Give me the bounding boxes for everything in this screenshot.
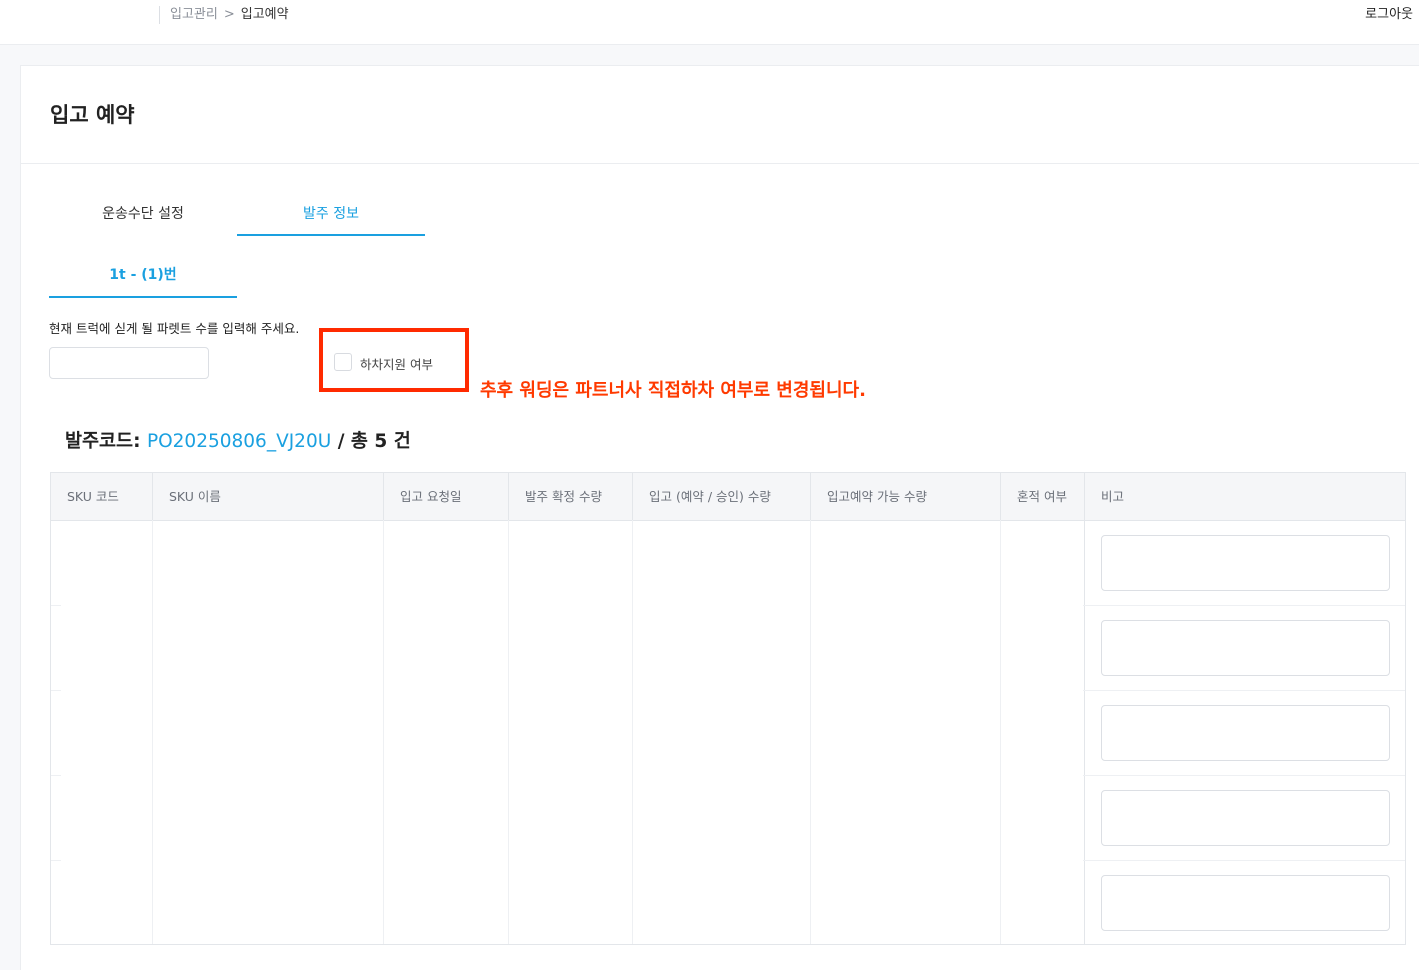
col-header-mixed: 혼적 여부 [1001,473,1085,520]
order-table: SKU 코드 SKU 이름 입고 요청일 발주 확정 수량 입고 (예약 / 승… [50,472,1406,945]
breadcrumb-current: 입고예약 [240,7,289,22]
top-bar: 입고관리 > 입고예약 로그아웃 [0,0,1419,45]
table-row [51,521,1405,606]
table-body [51,521,1405,946]
table-row [51,776,1405,861]
topbar-divider [159,6,160,24]
po-prefix: 발주코드: [65,431,141,452]
po-heading: 발주코드: PO20250806_VJ20U / 총 5 건 [65,427,411,453]
note-input[interactable] [1101,535,1390,591]
tab-bar: 운송수단 설정 발주 정보 [49,192,425,236]
annotation-note: 추후 워딩은 파트너사 직접하차 여부로 변경됩니다. [480,380,866,401]
note-input[interactable] [1101,705,1390,761]
table-row [51,691,1405,776]
col-header-request-date: 입고 요청일 [384,473,509,520]
subtab-truck-1[interactable]: 1t - (1)번 [49,256,237,298]
page-title: 입고 예약 [50,103,135,127]
col-header-sku-code: SKU 코드 [51,473,153,520]
col-header-confirmed-qty: 발주 확정 수량 [509,473,633,520]
table-row [51,606,1405,691]
table-header: SKU 코드 SKU 이름 입고 요청일 발주 확정 수량 입고 (예약 / 승… [51,473,1405,521]
po-code: PO20250806_VJ20U [146,431,332,452]
logout-button[interactable]: 로그아웃 [1365,6,1419,24]
unloading-support-label[interactable]: 하차지원 여부 [360,354,433,373]
unloading-support-checkbox[interactable] [334,353,352,371]
tab-order-info[interactable]: 발주 정보 [237,192,425,236]
col-header-inbound-qty: 입고 (예약 / 승인) 수량 [633,473,811,520]
tab-transport-settings[interactable]: 운송수단 설정 [49,192,237,236]
col-header-note: 비고 [1101,489,1125,504]
note-input[interactable] [1101,875,1390,931]
main-card: 입고 예약 운송수단 설정 발주 정보 1t - (1)번 현재 트럭에 싣게 … [20,65,1419,970]
breadcrumb: 입고관리 > 입고예약 [170,6,289,24]
chevron-right-icon: > [223,7,235,22]
po-count: / 총 5 건 [337,431,411,452]
breadcrumb-parent[interactable]: 입고관리 [170,6,218,24]
card-header: 입고 예약 [21,66,1419,164]
note-input[interactable] [1101,620,1390,676]
col-header-sku-name: SKU 이름 [153,473,384,520]
note-input[interactable] [1101,790,1390,846]
table-row [51,861,1405,946]
pallet-count-input[interactable] [49,347,209,379]
pallet-count-label: 현재 트럭에 싣게 될 파렛트 수를 입력해 주세요. [49,321,300,336]
col-header-available-qty: 입고예약 가능 수량 [811,473,1001,520]
